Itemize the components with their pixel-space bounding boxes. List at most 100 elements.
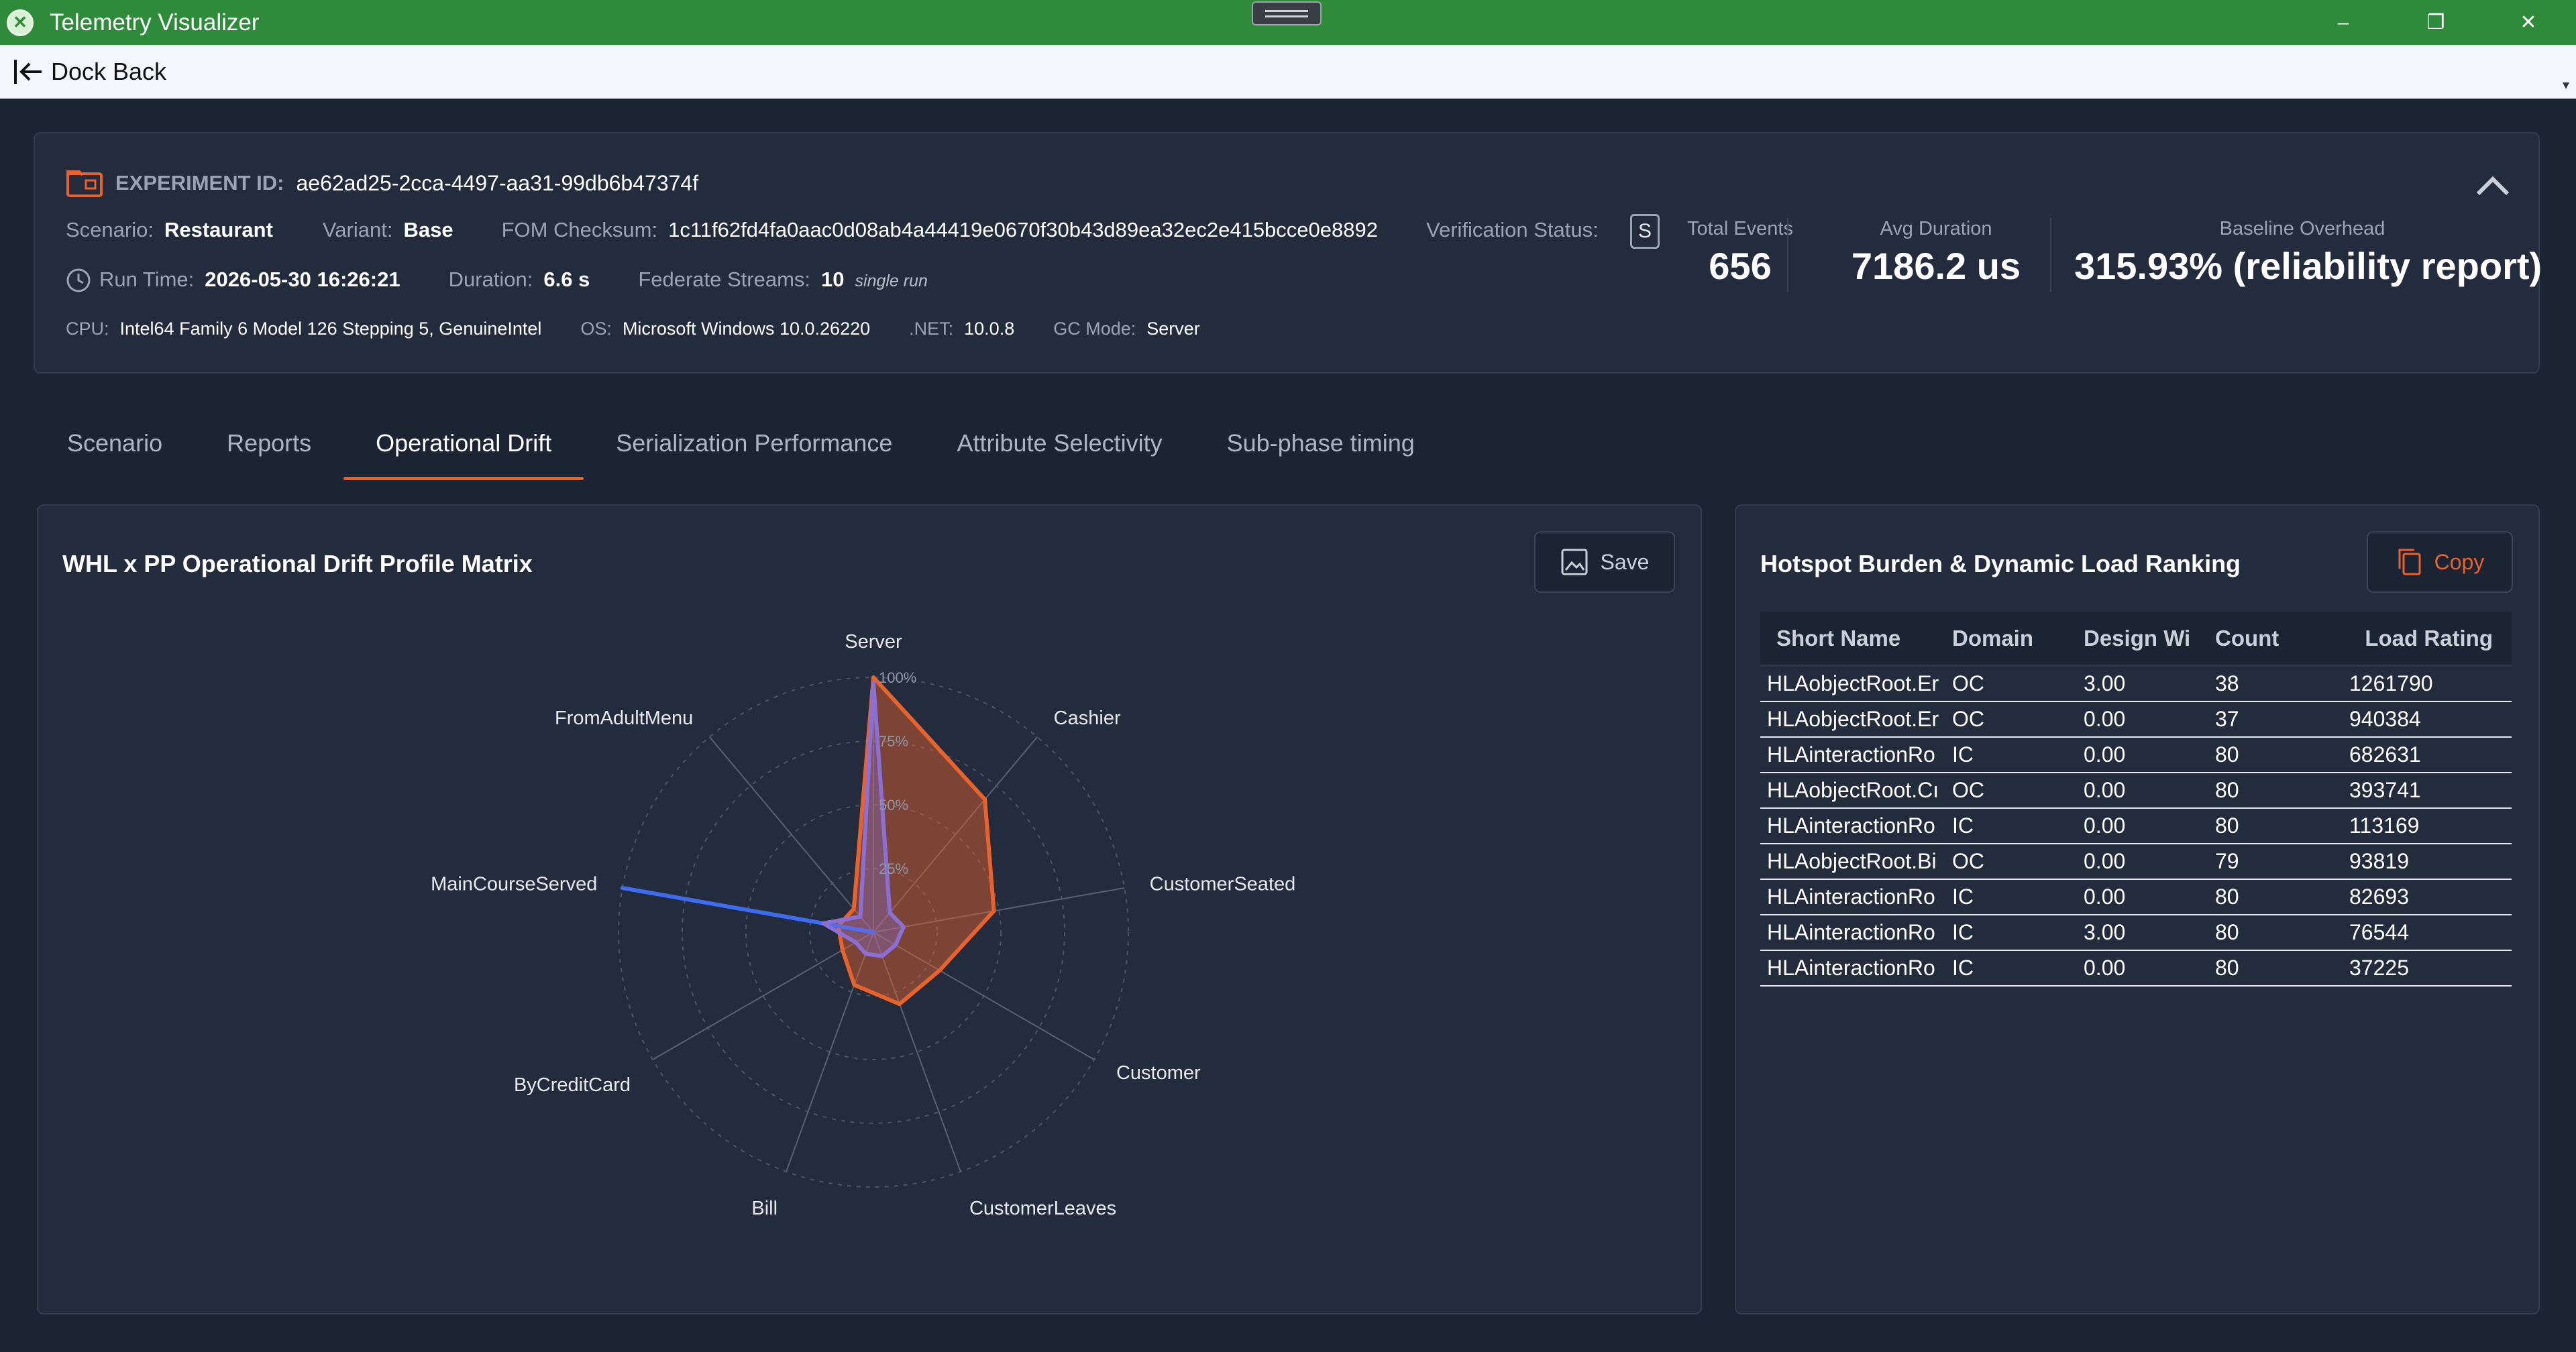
table-row[interactable]: HLAinteractionRo IC 0.00 80 37225 — [1760, 951, 2512, 987]
radar-chart: 25% 50% 75% 100% Server Cashier CustomerSeated… — [431, 631, 1296, 1219]
restore-button[interactable]: ❐ — [2390, 0, 2482, 45]
table-row[interactable]: HLAobjectRoot.Bi OC 0.00 79 93819 — [1760, 844, 2512, 880]
short-name-cell: HLAinteractionRo — [1767, 956, 1935, 980]
load-rating-cell: 393741 — [2349, 778, 2421, 802]
tab-attribute-selectivity[interactable]: Attribute Selectivity — [924, 416, 1194, 480]
short-name-cell: HLAobjectRoot.Cı — [1767, 778, 1939, 802]
short-name-cell: HLAinteractionRo — [1767, 813, 1935, 838]
design-weight-cell: 0.00 — [2084, 956, 2126, 980]
drag-handle[interactable] — [1252, 1, 1322, 25]
baseline-overhead-value: 315.93% (reliability report) — [2074, 245, 2542, 287]
os-label: OS: — [580, 319, 612, 339]
design-weight-cell: 0.00 — [2084, 813, 2126, 838]
short-name-cell: HLAinteractionRo — [1767, 920, 1935, 944]
cpu-value: Intel64 Family 6 Model 126 Stepping 5, G… — [119, 319, 542, 339]
net-value: 10.0.8 — [964, 319, 1015, 339]
load-rating-cell: 1261790 — [2349, 671, 2433, 695]
experiment-id-value: ae62ad25-2cca-4497-aa31-99db6b47374f — [296, 170, 699, 195]
design-weight-cell: 0.00 — [2084, 849, 2126, 873]
overflow-chevron-icon[interactable]: ▾ — [2563, 76, 2569, 93]
checksum-label: FOM Checksum: — [501, 218, 658, 241]
gc-value: Server — [1146, 319, 1200, 339]
stat-divider — [2050, 218, 2051, 292]
copy-icon — [2398, 549, 2421, 575]
domain-cell: OC — [1952, 671, 1984, 695]
table-row[interactable]: HLAinteractionRo IC 3.00 80 76544 — [1760, 915, 2512, 951]
count-cell: 80 — [2215, 920, 2239, 944]
radar-axis-label: Cashier — [1054, 708, 1121, 729]
dock-back-button[interactable]: Dock Back — [51, 58, 166, 86]
count-cell: 80 — [2215, 742, 2239, 767]
collapse-chevron-icon[interactable] — [2474, 174, 2512, 198]
runtime-value: 2026-05-30 16:26:21 — [205, 268, 400, 291]
count-cell: 80 — [2215, 813, 2239, 838]
stat-divider — [1787, 218, 1788, 292]
domain-cell: OC — [1952, 778, 1984, 802]
design-weight-cell: 0.00 — [2084, 742, 2126, 767]
tab-bar: Scenario Reports Operational Drift Seria… — [35, 416, 1447, 480]
radar-axis-label: CustomerSeated — [1150, 873, 1296, 895]
duration-value: 6.6 s — [543, 268, 590, 291]
count-cell: 80 — [2215, 956, 2239, 980]
tab-sub-phase-timing[interactable]: Sub-phase timing — [1195, 416, 1447, 480]
total-events-stat: Total Events 656 — [1646, 218, 1834, 288]
copy-button[interactable]: Copy — [2367, 531, 2513, 593]
column-header-design-weight[interactable]: Design Wi — [2084, 626, 2215, 651]
radar-axis-label: FromAdultMenu — [555, 708, 693, 729]
streams-label: Federate Streams: — [638, 268, 811, 291]
environment-meta-row: CPU: Intel64 Family 6 Model 126 Stepping… — [66, 319, 1200, 339]
load-rating-cell: 82693 — [2349, 885, 2409, 909]
app-logo-icon: ✕ — [7, 9, 34, 36]
domain-cell: OC — [1952, 707, 1984, 731]
column-header-domain[interactable]: Domain — [1952, 626, 2084, 651]
table-row[interactable]: HLAinteractionRo IC 0.00 80 82693 — [1760, 880, 2512, 915]
column-header-load-rating[interactable]: Load Rating — [2349, 626, 2512, 651]
radar-axis-label: ByCreditCard — [514, 1074, 631, 1096]
radar-axis-label: Bill — [751, 1198, 777, 1219]
column-header-short-name[interactable]: Short Name — [1760, 626, 1952, 651]
domain-cell: IC — [1952, 920, 1974, 944]
table-row[interactable]: HLAobjectRoot.Er OC 3.00 38 1261790 — [1760, 667, 2512, 702]
table-row[interactable]: HLAobjectRoot.Er OC 0.00 37 940384 — [1760, 702, 2512, 738]
drift-matrix-panel: WHL x PP Operational Drift Profile Matri… — [37, 504, 1702, 1314]
count-cell: 79 — [2215, 849, 2239, 873]
experiment-id-label: EXPERIMENT ID: — [115, 171, 284, 194]
dock-back-icon[interactable] — [12, 56, 44, 88]
dock-bar: Dock Back ▾ — [0, 45, 2576, 99]
domain-cell: IC — [1952, 956, 1974, 980]
checksum-value: 1c11f62fd4fa0aac0d08ab4a44419e0670f30b43… — [668, 218, 1378, 241]
radar-axis-label: Customer — [1116, 1062, 1201, 1084]
short-name-cell: HLAobjectRoot.Bi — [1767, 849, 1937, 873]
radar-axis-label: Server — [845, 631, 902, 653]
radar-spoke — [708, 736, 874, 933]
count-cell: 37 — [2215, 707, 2239, 731]
minimize-button[interactable]: – — [2297, 0, 2390, 45]
duration-label: Duration: — [448, 268, 533, 291]
tab-scenario[interactable]: Scenario — [35, 416, 195, 480]
table-row[interactable]: HLAinteractionRo IC 0.00 80 113169 — [1760, 809, 2512, 844]
hotspot-ranking-title: Hotspot Burden & Dynamic Load Ranking — [1760, 550, 2241, 577]
radar-axis-label: CustomerLeaves — [969, 1198, 1116, 1219]
avg-duration-value: 7186.2 us — [1851, 245, 2021, 287]
count-cell: 80 — [2215, 885, 2239, 909]
experiment-id-row: EXPERIMENT ID: ae62ad25-2cca-4497-aa31-9… — [66, 168, 698, 198]
short-name-cell: HLAobjectRoot.Er — [1767, 707, 1939, 731]
scenario-meta-row: Scenario: Restaurant Variant: Base FOM C… — [66, 218, 1609, 242]
streams-value: 10 — [821, 268, 845, 291]
total-events-label: Total Events — [1687, 218, 1793, 239]
avg-duration-stat: Avg Duration 7186.2 us — [1822, 218, 2050, 288]
tab-reports[interactable]: Reports — [195, 416, 343, 480]
gc-label: GC Mode: — [1053, 319, 1136, 339]
runtime-meta-row: Run Time: 2026-05-30 16:26:21 Duration: … — [66, 268, 928, 293]
count-cell: 38 — [2215, 671, 2239, 695]
total-events-value: 656 — [1709, 245, 1772, 287]
table-row[interactable]: HLAinteractionRo IC 0.00 80 682631 — [1760, 738, 2512, 773]
scenario-value: Restaurant — [164, 218, 273, 241]
table-row[interactable]: HLAobjectRoot.Cı OC 0.00 80 393741 — [1760, 773, 2512, 809]
column-header-count[interactable]: Count — [2215, 626, 2349, 651]
tab-operational-drift[interactable]: Operational Drift — [343, 416, 584, 480]
design-weight-cell: 3.00 — [2084, 920, 2126, 944]
close-button[interactable]: ✕ — [2482, 0, 2575, 45]
radar-series-polygon — [836, 675, 996, 1007]
tab-serialization-performance[interactable]: Serialization Performance — [584, 416, 924, 480]
